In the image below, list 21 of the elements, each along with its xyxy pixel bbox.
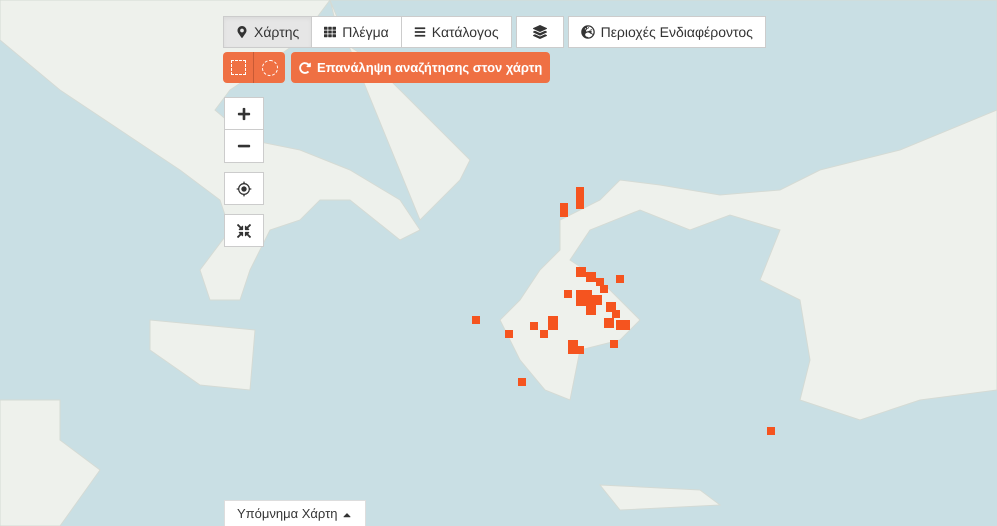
- zoom-in-button[interactable]: [224, 97, 264, 130]
- globe-icon: [580, 25, 595, 39]
- dashed-square-icon: [230, 60, 246, 75]
- grid-icon: [324, 26, 336, 38]
- fullscreen-icon: [237, 224, 251, 238]
- view-tab[interactable]: Πλέγμα: [311, 16, 402, 48]
- locate-icon: [236, 180, 252, 196]
- locate-button[interactable]: [224, 172, 264, 205]
- view-tab[interactable]: Κατάλογος: [400, 16, 512, 48]
- layers-icon: [532, 25, 547, 39]
- areas-button[interactable]: Περιοχές Ενδιαφέροντος: [568, 16, 766, 48]
- plus-icon: [237, 106, 251, 120]
- list-icon: [414, 26, 426, 38]
- legend-toggle[interactable]: Υπόμνημα Χάρτη: [224, 500, 366, 526]
- zoom-out-button[interactable]: [224, 130, 264, 163]
- layers-button[interactable]: [516, 16, 564, 48]
- refresh-icon: [299, 62, 311, 74]
- fullscreen-button[interactable]: [224, 214, 264, 247]
- rectangle-select-button[interactable]: [223, 52, 254, 83]
- view-tab[interactable]: Χάρτης: [223, 16, 312, 48]
- map-pin-icon: [236, 26, 248, 38]
